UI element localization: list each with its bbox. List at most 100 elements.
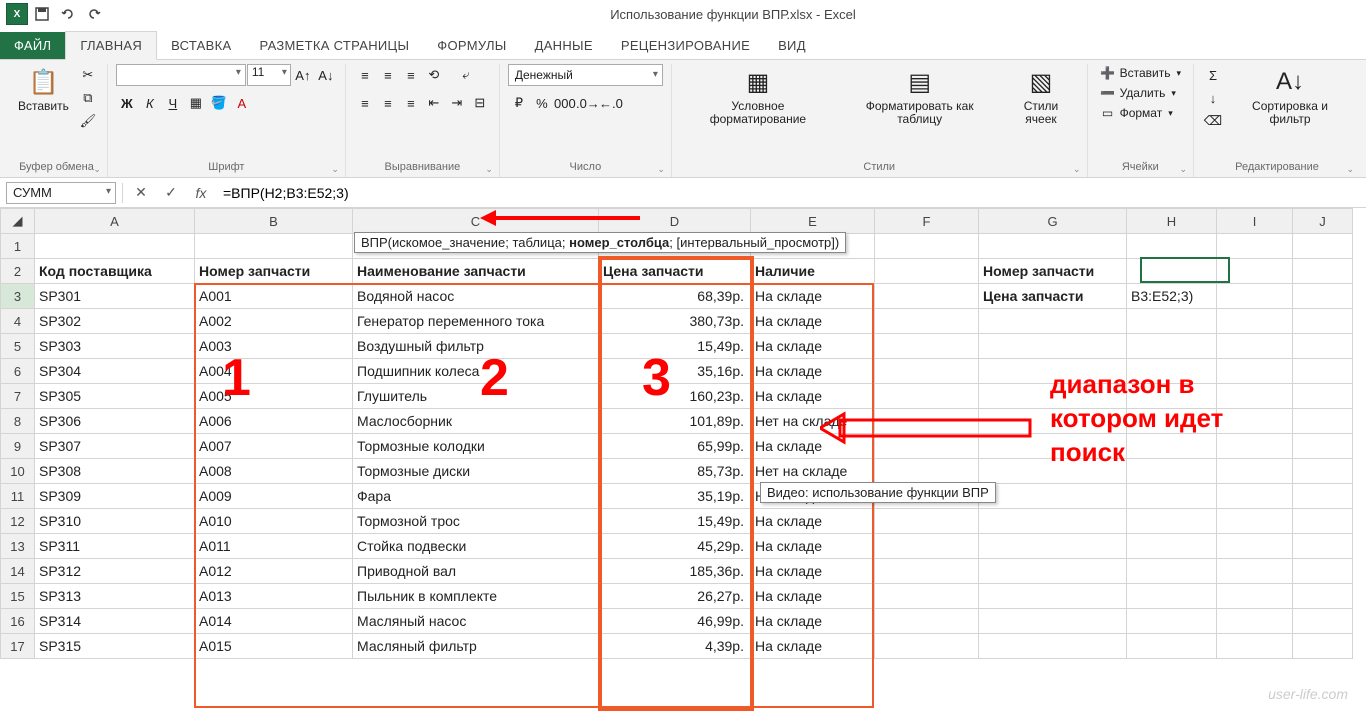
copy-icon[interactable]: ⧉ xyxy=(77,87,99,109)
tab-insert[interactable]: ВСТАВКА xyxy=(157,32,245,59)
cell[interactable]: Наличие xyxy=(751,259,875,284)
cell[interactable] xyxy=(1127,234,1217,259)
row-header[interactable]: 2 xyxy=(1,259,35,284)
cell[interactable] xyxy=(1127,309,1217,334)
cell[interactable] xyxy=(1293,234,1353,259)
cell[interactable] xyxy=(1293,559,1353,584)
cell[interactable]: SP315 xyxy=(35,634,195,659)
col-header[interactable]: B xyxy=(195,209,353,234)
cell[interactable]: SP314 xyxy=(35,609,195,634)
cell[interactable]: На складе xyxy=(751,534,875,559)
cell[interactable] xyxy=(1127,609,1217,634)
cell[interactable] xyxy=(979,309,1127,334)
cell[interactable] xyxy=(1293,409,1353,434)
cell[interactable]: A008 xyxy=(195,459,353,484)
italic-button[interactable]: К xyxy=(139,92,161,114)
row-header[interactable]: 16 xyxy=(1,609,35,634)
cell[interactable]: На складе xyxy=(751,559,875,584)
cell[interactable] xyxy=(1127,509,1217,534)
row-header[interactable]: 11 xyxy=(1,484,35,509)
cell[interactable] xyxy=(1293,259,1353,284)
tab-view[interactable]: ВИД xyxy=(764,32,820,59)
cell[interactable] xyxy=(1217,459,1293,484)
cell[interactable]: SP309 xyxy=(35,484,195,509)
cell[interactable]: SP312 xyxy=(35,559,195,584)
cell[interactable] xyxy=(35,234,195,259)
enter-formula-button[interactable]: ✓ xyxy=(159,182,183,204)
cell[interactable] xyxy=(1217,609,1293,634)
table-row[interactable]: 17SP315A015Масляный фильтр4,39р.На склад… xyxy=(1,634,1353,659)
cell[interactable] xyxy=(979,334,1127,359)
cell[interactable] xyxy=(1217,234,1293,259)
cell[interactable] xyxy=(1127,634,1217,659)
cell[interactable] xyxy=(875,234,979,259)
spreadsheet-grid[interactable]: ◢ A B C D E F G H I J 12Код поставщикаНо… xyxy=(0,208,1366,659)
align-right-icon[interactable]: ≡ xyxy=(400,92,422,114)
cell[interactable]: Тормозные колодки xyxy=(353,434,599,459)
cell[interactable]: Номер запчасти xyxy=(979,259,1127,284)
cell[interactable] xyxy=(875,284,979,309)
cell[interactable]: B3:E52;3) xyxy=(1127,284,1217,309)
format-as-table-button[interactable]: ▤ Форматировать как таблицу xyxy=(840,64,999,128)
cell[interactable] xyxy=(1217,584,1293,609)
cell[interactable]: Наименование запчасти xyxy=(353,259,599,284)
cell[interactable] xyxy=(875,634,979,659)
row-header[interactable]: 15 xyxy=(1,584,35,609)
cell[interactable]: 85,73р. xyxy=(599,459,751,484)
save-icon[interactable] xyxy=(30,3,54,25)
cell[interactable]: 35,16р. xyxy=(599,359,751,384)
cell[interactable] xyxy=(979,609,1127,634)
percent-icon[interactable]: % xyxy=(531,92,553,114)
cell[interactable]: SP305 xyxy=(35,384,195,409)
cell[interactable]: 26,27р. xyxy=(599,584,751,609)
cell[interactable]: 65,99р. xyxy=(599,434,751,459)
cell[interactable]: На складе xyxy=(751,384,875,409)
cell[interactable]: A012 xyxy=(195,559,353,584)
orientation-icon[interactable]: ⟲ xyxy=(423,64,445,86)
col-header[interactable]: E xyxy=(751,209,875,234)
wrap-text-icon[interactable]: ⤶ xyxy=(455,64,477,86)
cell[interactable] xyxy=(1293,284,1353,309)
cell[interactable] xyxy=(979,584,1127,609)
cell[interactable]: Нет на складе xyxy=(751,409,875,434)
cell[interactable]: Нет на складе xyxy=(751,459,875,484)
cell[interactable] xyxy=(1217,284,1293,309)
row-header[interactable]: 9 xyxy=(1,434,35,459)
cell[interactable]: Цена запчасти xyxy=(599,259,751,284)
col-header[interactable]: H xyxy=(1127,209,1217,234)
table-row[interactable]: 13SP311A011Стойка подвески45,29р.На скла… xyxy=(1,534,1353,559)
cell[interactable]: A013 xyxy=(195,584,353,609)
col-header[interactable]: I xyxy=(1217,209,1293,234)
cell[interactable] xyxy=(979,534,1127,559)
table-row[interactable]: 2Код поставщикаНомер запчастиНаименовани… xyxy=(1,259,1353,284)
cell[interactable] xyxy=(1217,384,1293,409)
decrease-decimal-icon[interactable]: ←.0 xyxy=(600,92,622,114)
cell[interactable] xyxy=(1293,634,1353,659)
cell[interactable] xyxy=(1217,334,1293,359)
cell[interactable]: SP307 xyxy=(35,434,195,459)
tab-data[interactable]: ДАННЫЕ xyxy=(521,32,607,59)
row-header[interactable]: 5 xyxy=(1,334,35,359)
cell[interactable]: На складе xyxy=(751,309,875,334)
table-row[interactable]: 8SP306A006Маслосборник101,89р.Нет на скл… xyxy=(1,409,1353,434)
cell[interactable] xyxy=(1127,334,1217,359)
cell[interactable] xyxy=(1217,434,1293,459)
cell[interactable]: SP303 xyxy=(35,334,195,359)
tab-page-layout[interactable]: РАЗМЕТКА СТРАНИЦЫ xyxy=(245,32,423,59)
row-header[interactable]: 1 xyxy=(1,234,35,259)
cell[interactable]: A014 xyxy=(195,609,353,634)
align-top-icon[interactable]: ≡ xyxy=(354,64,376,86)
cell[interactable]: SP311 xyxy=(35,534,195,559)
table-row[interactable]: 5SP303A003Воздушный фильтр15,49р.На скла… xyxy=(1,334,1353,359)
font-size-select[interactable]: 11 xyxy=(247,64,291,86)
redo-icon[interactable] xyxy=(82,3,106,25)
cell[interactable] xyxy=(979,559,1127,584)
cell[interactable]: Маслосборник xyxy=(353,409,599,434)
cell[interactable]: 68,39р. xyxy=(599,284,751,309)
cell[interactable] xyxy=(1293,459,1353,484)
tab-file[interactable]: ФАЙЛ xyxy=(0,32,65,59)
table-row[interactable]: 3SP301A001Водяной насос68,39р.На складеЦ… xyxy=(1,284,1353,309)
cell[interactable]: Стойка подвески xyxy=(353,534,599,559)
increase-decimal-icon[interactable]: .0→ xyxy=(577,92,599,114)
cell[interactable] xyxy=(1127,384,1217,409)
